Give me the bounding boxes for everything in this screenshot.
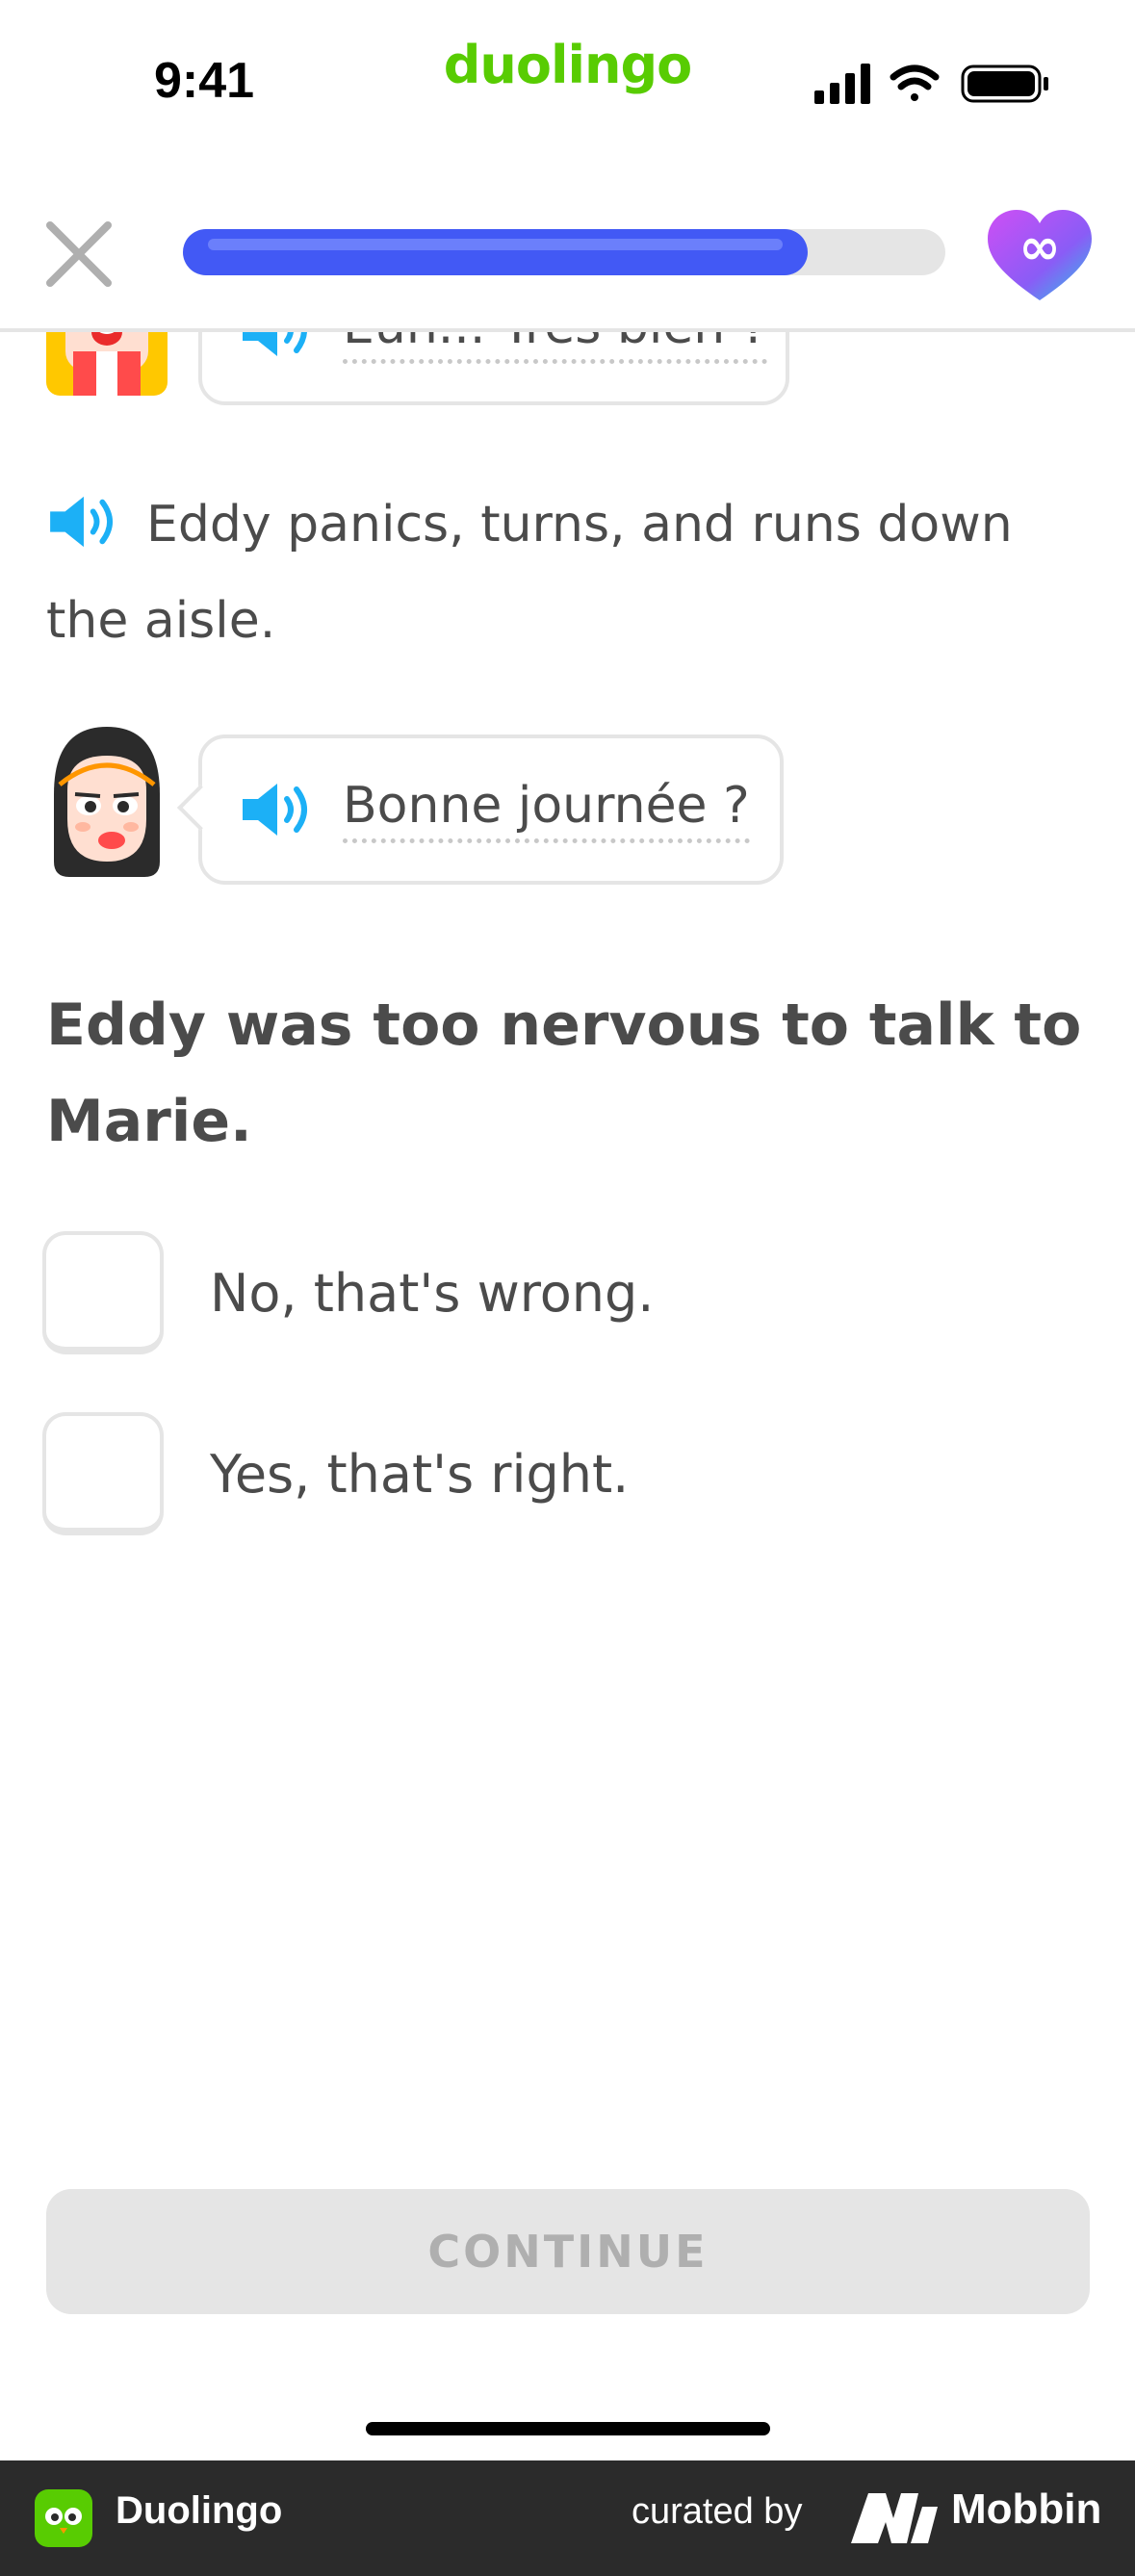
question-prompt: Eddy was too nervous to talk to Marie. (46, 992, 1082, 1155)
battery-icon (961, 64, 1048, 103)
hearts-indicator[interactable]: ∞ (984, 208, 1096, 304)
lesson-header: ∞ (0, 193, 1135, 332)
bubble-text[interactable]: Bonne journée ? (343, 777, 750, 843)
status-icons (809, 62, 1059, 110)
lesson-progress-bar (183, 229, 945, 275)
choice-label: Yes, that's right. (210, 1443, 630, 1505)
bubble-text[interactable]: Euh... Très bien ? (343, 332, 768, 364)
status-bar: 9:41 duolingo (0, 0, 1135, 164)
close-icon[interactable] (40, 216, 117, 293)
progress-fill (183, 229, 809, 275)
choice-checkbox[interactable] (42, 1231, 164, 1354)
cellular-signal-icon (814, 64, 870, 104)
footer-curated-by: curated by (632, 2491, 803, 2532)
story-content[interactable]: Euh... Très bien ? Eddy panics, turns, a… (0, 332, 1135, 2161)
narration-text: Eddy panics, turns, and runs down the ai… (46, 477, 1096, 669)
close-button[interactable] (40, 216, 117, 293)
choice-yes[interactable]: Yes, that's right. (42, 1412, 909, 1535)
hearts-label: ∞ (1019, 219, 1060, 276)
choice-no[interactable]: No, that's wrong. (42, 1231, 909, 1354)
infinite-hearts-icon[interactable]: ∞ (984, 208, 1096, 304)
footer-bar: Duolingo curated by Mobbin (0, 2460, 1135, 2576)
speaker-icon[interactable] (239, 780, 314, 839)
speaker-icon[interactable] (46, 486, 119, 548)
duolingo-app-icon (35, 2489, 92, 2547)
speech-bubble-eddy: Euh... Très bien ? (198, 332, 789, 405)
footer-mobbin-brand: Mobbin (951, 2486, 1102, 2533)
avatar-eddy (46, 332, 168, 399)
continue-button[interactable]: CONTINUE (46, 2189, 1090, 2314)
progress-shine (208, 239, 784, 250)
footer-app-name: Duolingo (116, 2489, 283, 2532)
avatar-marie (46, 727, 168, 881)
narration-label: Eddy panics, turns, and runs down the ai… (46, 496, 1013, 650)
wifi-icon (890, 64, 940, 101)
mobbin-logo-icon (851, 2493, 938, 2543)
home-indicator[interactable] (366, 2422, 770, 2435)
speech-bubble-marie: Bonne journée ? (176, 734, 784, 885)
choice-label: No, that's wrong. (210, 1262, 655, 1324)
choice-checkbox[interactable] (42, 1412, 164, 1535)
speaker-icon[interactable] (239, 332, 314, 360)
